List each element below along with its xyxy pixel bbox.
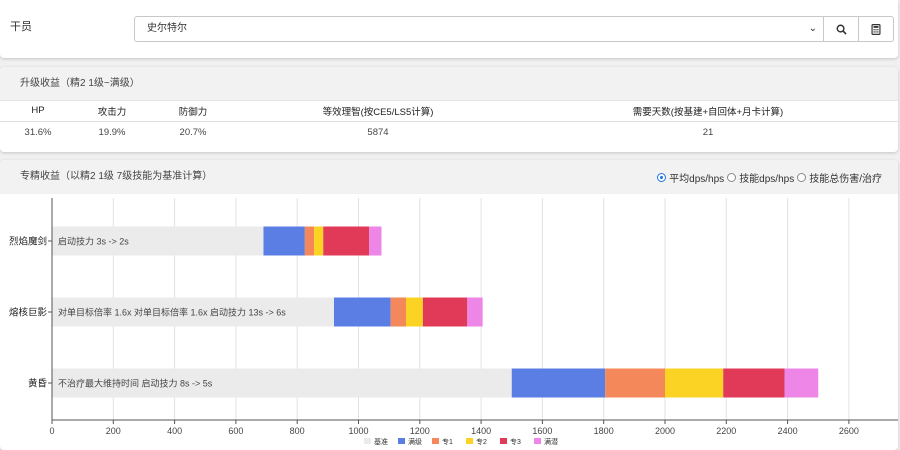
- operator-label: 干员: [10, 21, 32, 33]
- x-tick-label: 400: [167, 426, 182, 436]
- radio-avg-dps-label: 平均dps/hps: [669, 174, 725, 185]
- radio-avg-dps[interactable]: 平均dps/hps: [657, 170, 724, 185]
- radio-skill-dps[interactable]: 技能dps/hps: [727, 170, 794, 185]
- x-tick-label: 1800: [594, 426, 614, 436]
- x-tick-label: 1400: [471, 426, 491, 436]
- bar-segment: [406, 297, 423, 327]
- calculator-icon: [871, 23, 881, 35]
- x-tick-label: 1600: [532, 426, 552, 436]
- radio-total-damage[interactable]: 技能总伤害/治疗: [797, 170, 882, 185]
- radio-skill-dps-label: 技能dps/hps: [739, 174, 795, 185]
- upgrade-card: 升级收益（精2 1级~满级） HP 攻击力 防御力 等效理智(按CE5/LS5计…: [0, 67, 898, 152]
- bar-segment: [369, 226, 382, 256]
- legend-swatch: [398, 438, 405, 444]
- category-label: 熔核巨影: [9, 307, 48, 319]
- elite-card: 专精收益（以精2 1级 7级技能为基准计算） 平均dps/hps 技能dps/h…: [0, 160, 898, 450]
- x-tick-label: 2600: [839, 426, 859, 436]
- bar-segment: [605, 368, 665, 398]
- legend-swatch: [364, 438, 371, 444]
- x-tick-label: 2400: [778, 426, 798, 436]
- radio-total-damage-dot[interactable]: [797, 173, 807, 182]
- metric-radio-group: 平均dps/hps 技能dps/hps 技能总伤害/治疗: [657, 170, 882, 185]
- bar-segment: [723, 368, 785, 398]
- bar-segment: [390, 297, 407, 327]
- value-attack: 19.9%: [98, 126, 126, 138]
- x-tick-label: 200: [106, 426, 121, 436]
- legend-label: 专2: [476, 437, 487, 446]
- bar-segment: [323, 226, 370, 256]
- bar-segment: [511, 368, 606, 398]
- x-tick-label: 600: [228, 426, 243, 436]
- search-icon: [836, 24, 847, 35]
- value-hp: 31.6%: [24, 126, 52, 138]
- bar-segment: [467, 297, 483, 327]
- radio-avg-dps-dot[interactable]: [657, 173, 667, 182]
- upgrade-table: HP 攻击力 防御力 等效理智(按CE5/LS5计算) 需要天数(按基建+自回体…: [0, 101, 898, 143]
- header-attack: 攻击力: [76, 101, 148, 122]
- category-label: 黄昏: [28, 378, 47, 390]
- operator-card: 干员 史尔特尔 ⌄: [0, 0, 898, 58]
- bar-segment: [422, 297, 468, 327]
- bar-segment: [665, 368, 724, 398]
- radio-total-damage-label: 技能总伤害/治疗: [809, 174, 882, 185]
- x-tick-label: 1200: [410, 426, 430, 436]
- upgrade-title: 升级收益（精2 1级~满级）: [0, 67, 898, 101]
- x-tick-label: 0: [49, 426, 54, 436]
- legend-swatch: [466, 438, 473, 444]
- legend-swatch: [500, 438, 507, 444]
- header-defense: 防御力: [148, 101, 238, 122]
- mastery-chart: 0 200 400 600 800 1000 1200 1400 1600 1800 2000 220…: [9, 198, 898, 446]
- calculator-button[interactable]: [858, 16, 894, 42]
- bar-segment: [784, 368, 819, 398]
- category-label: 烈焰魔剑: [9, 236, 47, 248]
- header-days: 需要天数(按基建+自回体+月卡计算): [518, 101, 898, 122]
- legend-label: 专1: [442, 437, 453, 446]
- table-row: 31.6% 19.9% 20.7% 5874 21: [0, 121, 898, 143]
- bar-segment: [314, 226, 324, 256]
- value-defense: 20.7%: [179, 126, 207, 138]
- header-sanity: 等效理智(按CE5/LS5计算): [238, 101, 518, 122]
- bar-label: 对单目标倍率 1.6x 对单目标倍率 1.6x 启动技力 13s -> 6s: [58, 307, 286, 318]
- legend-swatch: [432, 438, 439, 444]
- legend-label: 专3: [510, 437, 521, 446]
- value-sanity: 5874: [367, 126, 389, 138]
- bar-label: 不治疗最大维持时间 启动技力 8s -> 5s: [58, 378, 213, 389]
- legend-label: 满级: [408, 437, 422, 446]
- x-tick-label: 2200: [716, 426, 736, 436]
- header-hp: HP: [0, 101, 76, 122]
- legend-swatch: [534, 438, 541, 444]
- search-button[interactable]: [823, 16, 859, 42]
- chevron-down-icon: ⌄: [808, 23, 817, 34]
- operator-select-value: 史尔特尔: [147, 23, 187, 34]
- bar-label: 启动技力 3s -> 2s: [58, 236, 129, 247]
- x-tick-label: 2000: [655, 426, 675, 436]
- legend-label: 满潜: [544, 437, 558, 446]
- bar-segment: [333, 297, 391, 327]
- bar-segment: [263, 226, 305, 256]
- x-tick-label: 800: [290, 426, 305, 436]
- legend-label: 基准: [374, 437, 388, 446]
- operator-select[interactable]: 史尔特尔 ⌄: [134, 16, 824, 42]
- radio-skill-dps-dot[interactable]: [727, 173, 737, 182]
- bar-segment: [304, 226, 315, 256]
- value-days: 21: [702, 126, 714, 138]
- x-tick-label: 1000: [348, 426, 368, 436]
- table-header-row: HP 攻击力 防御力 等效理智(按CE5/LS5计算) 需要天数(按基建+自回体…: [0, 101, 898, 122]
